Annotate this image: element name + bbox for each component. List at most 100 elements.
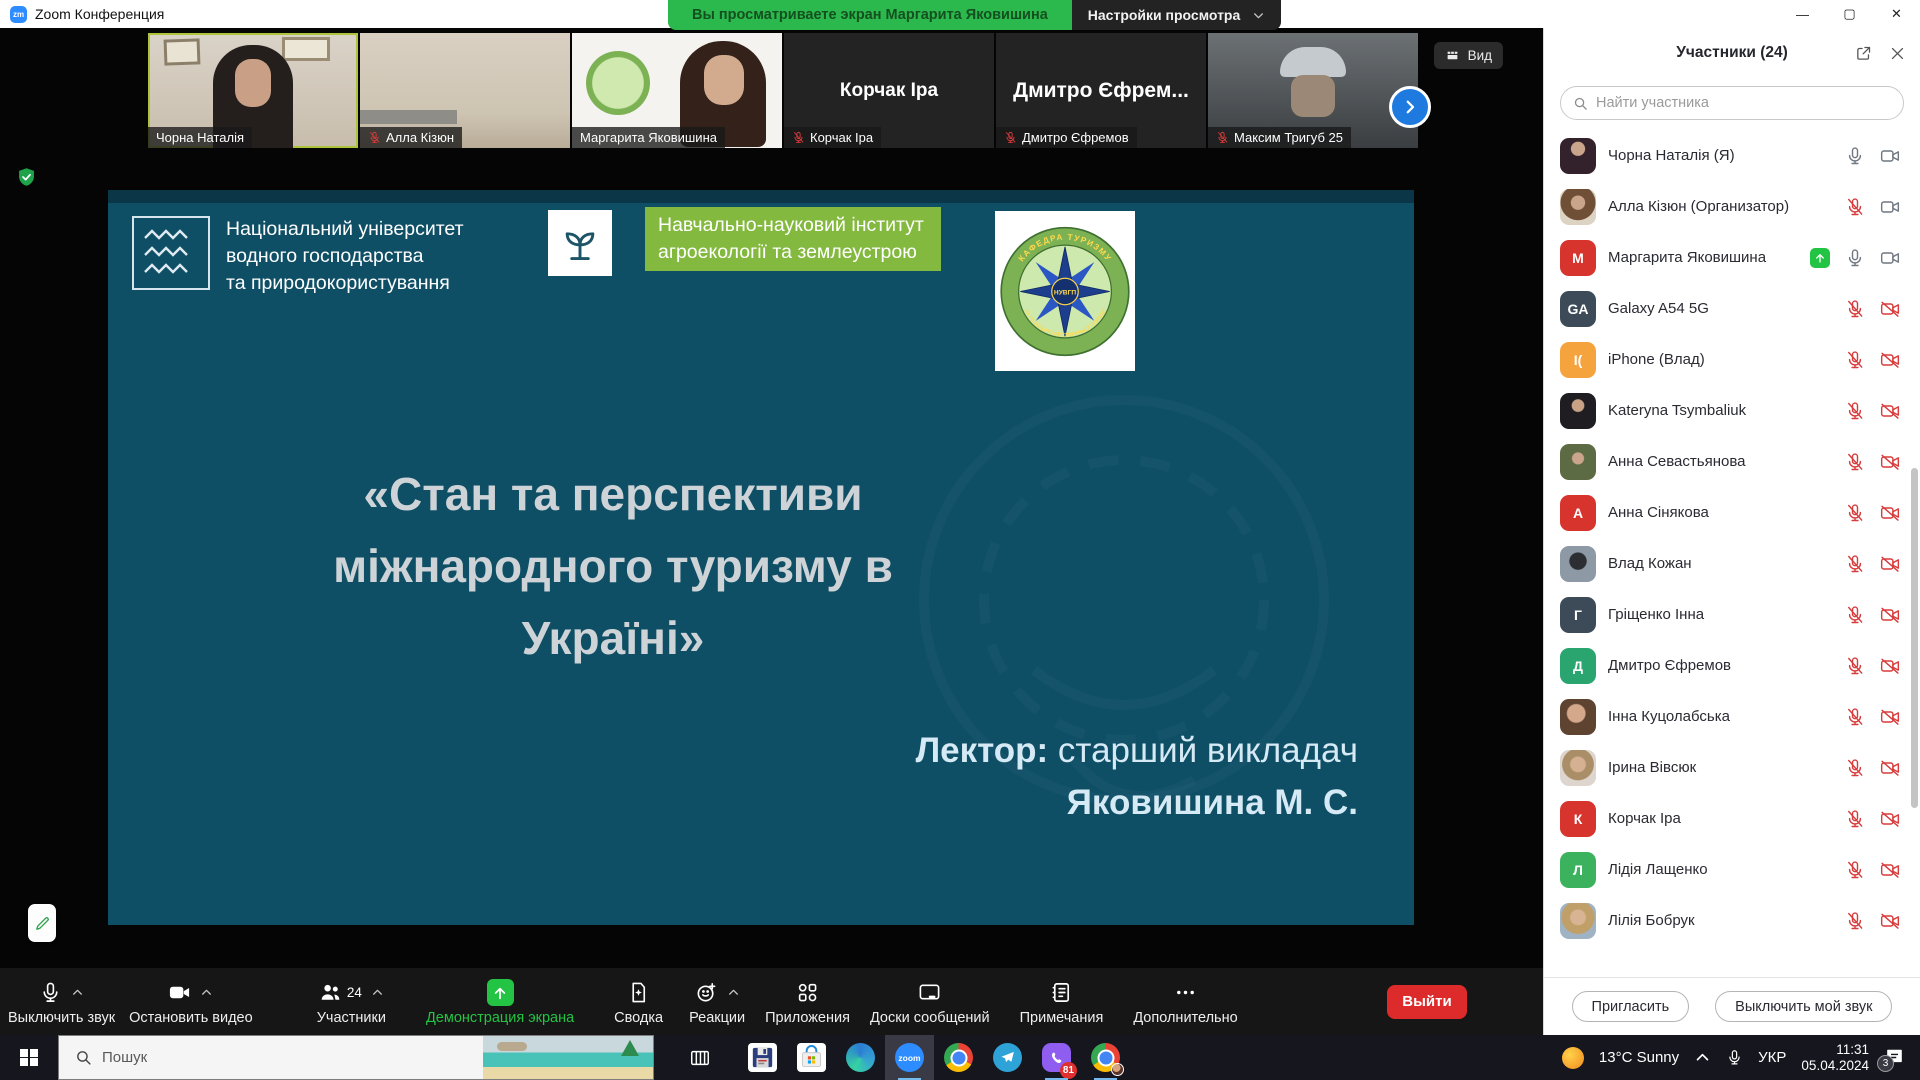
desktop: zm Zoom Конференция — ▢ ✕ Вы просматрива…	[0, 0, 1920, 1080]
participant-row[interactable]: Чорна Наталія (Я)	[1544, 130, 1920, 181]
participant-row[interactable]: Ірина Вівсюк	[1544, 742, 1920, 793]
taskbar-app-zoom[interactable]: zoom	[885, 1035, 934, 1080]
next-videos-button[interactable]	[1389, 86, 1431, 128]
more-button[interactable]: Дополнительно	[1133, 978, 1237, 1026]
security-shield-icon[interactable]	[16, 166, 37, 188]
tray-chevron-up-icon[interactable]	[1694, 1049, 1711, 1066]
video-tile-yefremov[interactable]: Дмитро Єфрем... Дмитро Єфремов	[996, 33, 1206, 148]
video-tile-kizyun[interactable]: Алла Кізюн	[360, 33, 570, 148]
mic-on-icon	[1845, 146, 1865, 166]
windows-logo-icon	[20, 1049, 38, 1067]
room-decor	[360, 110, 457, 124]
view-settings-button[interactable]: Настройки просмотра	[1072, 0, 1281, 30]
participant-row[interactable]: Інна Куцолабська	[1544, 691, 1920, 742]
invite-button[interactable]: Пригласить	[1572, 991, 1690, 1022]
notes-button[interactable]: Примечания	[1020, 978, 1104, 1026]
whiteboards-button[interactable]: Доски сообщений	[870, 978, 990, 1026]
mic-muted-icon	[1845, 656, 1865, 676]
participant-row[interactable]: А Анна Сінякова	[1544, 487, 1920, 538]
chevron-up-icon[interactable]	[727, 986, 740, 999]
avatar	[1560, 138, 1596, 174]
task-view-button[interactable]	[676, 1035, 724, 1080]
leave-button[interactable]: Выйти	[1387, 985, 1467, 1019]
scrollbar[interactable]	[1911, 468, 1918, 808]
tourism-department-emblem: КАФЕДРА ТУРИЗМУ ТА ГОТЕЛЬНО-РЕСТОРАННОЇ …	[995, 211, 1135, 371]
search-icon	[75, 1049, 92, 1066]
mic-muted-icon	[1845, 554, 1865, 574]
taskbar-app-viber[interactable]: 81	[1032, 1035, 1081, 1080]
taskbar-app-chrome-profile[interactable]	[1081, 1035, 1130, 1080]
mute-label: Выключить звук	[8, 1010, 115, 1026]
taskbar-search[interactable]	[58, 1035, 654, 1080]
video-tile-name: Корчак Іра	[784, 127, 881, 148]
reactions-button[interactable]: Реакции	[689, 978, 745, 1026]
participant-name: Інна Куцолабська	[1608, 708, 1833, 725]
participant-row[interactable]: К Корчак Іра	[1544, 793, 1920, 844]
participant-row[interactable]: Д Дмитро Єфремов	[1544, 640, 1920, 691]
video-tile-korchak[interactable]: Корчак Іра Корчак Іра	[784, 33, 994, 148]
video-tile-name: Дмитро Єфремов	[996, 127, 1137, 148]
mic-muted-icon	[1845, 299, 1865, 319]
muted-mic-icon	[1216, 131, 1229, 144]
participant-row[interactable]: I( iPhone (Влад)	[1544, 334, 1920, 385]
tray-microphone-icon[interactable]	[1726, 1049, 1743, 1066]
stop-video-button[interactable]: Остановить видео	[129, 978, 253, 1026]
share-screen-icon	[487, 979, 514, 1006]
apps-icon	[796, 981, 819, 1004]
annotate-button[interactable]	[28, 904, 56, 942]
weather-sun-icon[interactable]	[1562, 1047, 1584, 1069]
participant-row[interactable]: Влад Кожан	[1544, 538, 1920, 589]
participant-row[interactable]: Л Лідія Лащенко	[1544, 844, 1920, 895]
weather-text[interactable]: 13°C Sunny	[1599, 1049, 1679, 1066]
floppy-app-icon	[748, 1043, 777, 1072]
minimize-button[interactable]: —	[1779, 0, 1826, 28]
participant-row[interactable]: Анна Севастьянова	[1544, 436, 1920, 487]
avatar	[1560, 699, 1596, 735]
participant-row[interactable]: Алла Кізюн (Организатор)	[1544, 181, 1920, 232]
share-screen-button[interactable]: Демонстрация экрана	[426, 978, 574, 1026]
apps-button[interactable]: Приложения	[765, 978, 850, 1026]
start-button[interactable]	[0, 1035, 58, 1080]
video-tile-tryhub[interactable]: Максим Тригуб 25	[1208, 33, 1418, 148]
participant-search-input[interactable]	[1596, 95, 1891, 111]
participant-search-box[interactable]	[1560, 86, 1904, 120]
participant-video	[1291, 75, 1335, 117]
close-icon[interactable]	[1889, 45, 1906, 62]
picture-frame-decor	[282, 37, 330, 61]
participants-button[interactable]: 24 Участники	[317, 978, 386, 1026]
slide-top-band	[108, 190, 1414, 203]
chevron-up-icon[interactable]	[371, 986, 384, 999]
action-center-button[interactable]: 3	[1884, 1047, 1908, 1069]
close-button[interactable]: ✕	[1873, 0, 1920, 28]
participant-row[interactable]: М Маргарита Яковишина	[1544, 232, 1920, 283]
view-button[interactable]: Вид	[1434, 42, 1503, 69]
waves-logo-icon	[143, 228, 199, 278]
mute-my-audio-button[interactable]: Выключить мой звук	[1715, 991, 1892, 1022]
more-label: Дополнительно	[1133, 1010, 1237, 1026]
taskbar-app-telegram[interactable]	[983, 1035, 1032, 1080]
taskbar-app-chrome[interactable]	[934, 1035, 983, 1080]
apps-label: Приложения	[765, 1010, 850, 1026]
participant-row[interactable]: GA Galaxy A54 5G	[1544, 283, 1920, 334]
participant-row[interactable]: Лілія Бобрук	[1544, 895, 1920, 946]
taskbar-app-file-manager[interactable]	[738, 1035, 787, 1080]
profile-photo	[1111, 1063, 1124, 1076]
chevron-up-icon[interactable]	[71, 986, 84, 999]
summary-button[interactable]: Сводка	[614, 978, 663, 1026]
avatar	[1560, 546, 1596, 582]
video-tile-chorna[interactable]: Чорна Наталія	[148, 33, 358, 148]
university-logo	[132, 216, 210, 290]
taskbar-app-store[interactable]	[787, 1035, 836, 1080]
chevron-up-icon[interactable]	[200, 986, 213, 999]
participant-row[interactable]: Г Гріщенко Інна	[1544, 589, 1920, 640]
taskbar-search-input[interactable]	[102, 1049, 352, 1066]
popout-icon[interactable]	[1855, 45, 1872, 62]
taskbar-clock[interactable]: 11:31 05.04.2024	[1801, 1042, 1869, 1074]
maximize-button[interactable]: ▢	[1826, 0, 1873, 28]
language-indicator[interactable]: УКР	[1758, 1049, 1786, 1066]
video-tile-yakovyshyna[interactable]: Маргарита Яковишина	[572, 33, 782, 148]
mute-button[interactable]: Выключить звук	[8, 978, 115, 1026]
taskbar-app-edge[interactable]	[836, 1035, 885, 1080]
video-tile-name: Алла Кізюн	[360, 127, 462, 148]
participant-row[interactable]: Kateryna Tsymbaliuk	[1544, 385, 1920, 436]
